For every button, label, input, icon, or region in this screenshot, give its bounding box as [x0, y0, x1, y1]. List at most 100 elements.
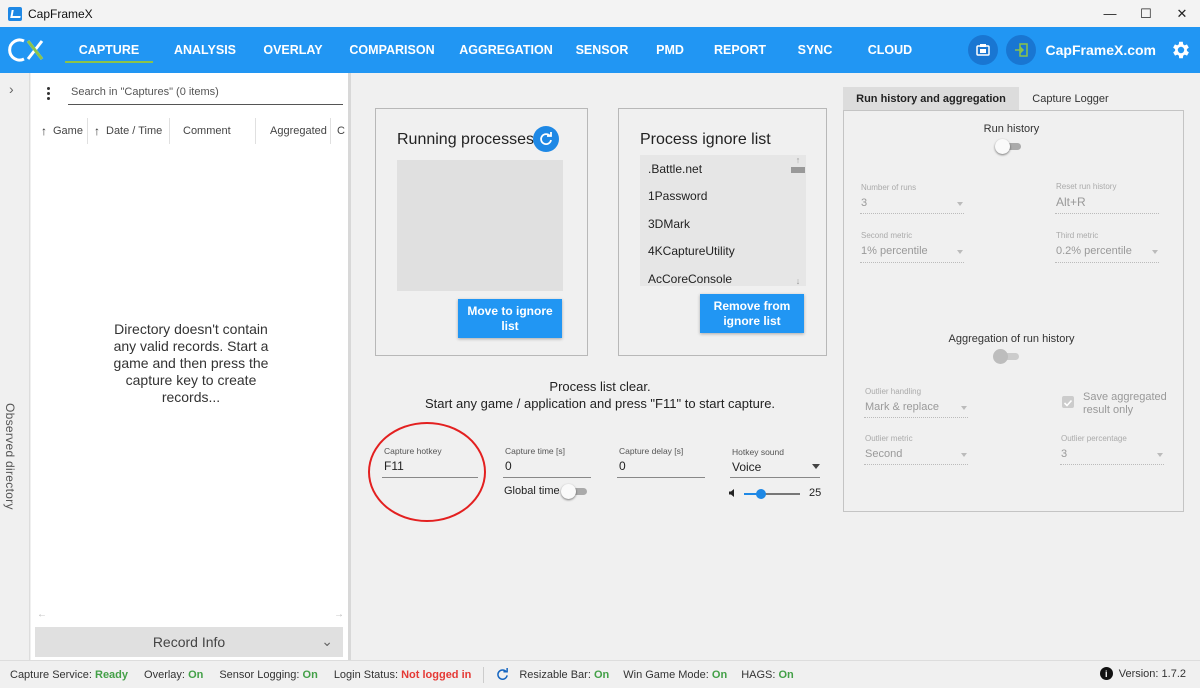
- outlier-percentage-label: Outlier percentage: [1061, 434, 1127, 443]
- column-more[interactable]: C: [331, 118, 348, 144]
- sync-icon[interactable]: [496, 668, 509, 681]
- win-game-mode-status: Win Game Mode: On: [623, 668, 728, 681]
- global-time-toggle[interactable]: [561, 484, 589, 499]
- window-title: CapFrameX: [28, 6, 93, 21]
- outlier-handling-label: Outlier handling: [865, 387, 922, 396]
- third-metric-select[interactable]: 0.2% percentile: [1056, 245, 1132, 257]
- second-metric-select[interactable]: 1% percentile: [861, 245, 928, 257]
- outlier-metric-select[interactable]: Second: [865, 448, 902, 460]
- tab-report[interactable]: REPORT: [714, 27, 766, 73]
- status-bar: Capture Service: Ready Overlay: On Senso…: [0, 660, 1200, 688]
- volume-slider-thumb[interactable]: [756, 489, 766, 499]
- chevron-down-icon[interactable]: [812, 464, 820, 469]
- chevron-down-icon: [957, 250, 963, 254]
- move-to-ignore-button[interactable]: Move to ignore list: [458, 299, 562, 338]
- run-history-toggle[interactable]: [995, 139, 1023, 154]
- close-button[interactable]: ✕: [1164, 0, 1200, 27]
- running-processes-list[interactable]: [397, 160, 563, 291]
- minimize-button[interactable]: —: [1092, 0, 1128, 27]
- global-time-label: Global time: [504, 485, 560, 497]
- chevron-down-icon: [961, 406, 967, 410]
- list-item[interactable]: 4KCaptureUtility: [640, 238, 806, 266]
- column-date-time[interactable]: ↑ Date / Time: [88, 118, 170, 144]
- main-nav: CAPTURE ANALYSIS OVERLAY COMPARISON AGGREGAT…: [0, 27, 1200, 73]
- reset-run-history-label: Reset run history: [1056, 182, 1117, 191]
- save-aggregated-checkbox[interactable]: [1062, 396, 1074, 408]
- screenshot-button[interactable]: [967, 35, 998, 65]
- tab-capture-logger[interactable]: Capture Logger: [1019, 87, 1122, 110]
- screenshot-icon: [975, 44, 990, 56]
- list-item[interactable]: .Battle.net: [640, 155, 806, 183]
- process-ignore-panel: Process ignore list .Battle.net 1Password…: [618, 108, 827, 356]
- app-icon: [8, 6, 22, 21]
- sort-up-icon: ↑: [94, 124, 100, 138]
- overlay-status: Overlay: On: [144, 668, 204, 681]
- volume-value: 25: [809, 487, 822, 499]
- second-metric-label: Second metric: [861, 231, 913, 240]
- settings-button[interactable]: [1168, 37, 1194, 63]
- chevron-down-icon: [961, 453, 967, 457]
- observed-directory-strip[interactable]: › Observed directory: [0, 73, 30, 660]
- search-input[interactable]: Search in "Captures" (0 items): [68, 83, 343, 105]
- captures-grid-header: ↑ Game ↑ Date / Time Comment Aggregated C: [31, 118, 348, 144]
- capture-delay-label: Capture delay [s]: [619, 446, 684, 456]
- number-of-runs-select[interactable]: 3: [861, 197, 867, 209]
- pane-splitter[interactable]: [348, 73, 351, 660]
- tab-sensor[interactable]: SENSOR: [576, 27, 629, 73]
- tab-sync[interactable]: SYNC: [798, 27, 833, 73]
- tab-run-history[interactable]: Run history and aggregation: [843, 87, 1019, 110]
- tab-pmd[interactable]: PMD: [656, 27, 684, 73]
- capframex-site-link[interactable]: CapFrameX.com: [1046, 42, 1156, 58]
- column-comment[interactable]: Comment: [170, 118, 256, 144]
- volume-icon: [729, 489, 734, 497]
- resizable-bar-status: Resizable Bar: On: [519, 668, 610, 681]
- version-info: i Version: 1.7.2: [1099, 667, 1186, 680]
- chevron-down-icon: [957, 202, 963, 206]
- process-status-message: Process list clear. Start any game / app…: [424, 379, 776, 411]
- title-bar: CapFrameX — ☐ ✕: [0, 0, 1200, 27]
- gear-icon: [1173, 41, 1189, 59]
- hotkey-sound-select[interactable]: Voice: [732, 460, 761, 474]
- reset-run-history-input[interactable]: Alt+R: [1056, 195, 1086, 209]
- nav-right: CapFrameX.com: [967, 27, 1200, 73]
- sort-up-icon: ↑: [41, 124, 47, 138]
- ignore-list-scrollbar[interactable]: ↑ ↓: [790, 155, 806, 286]
- run-history-label: Run history: [983, 123, 1040, 135]
- maximize-button[interactable]: ☐: [1128, 0, 1164, 27]
- info-icon[interactable]: i: [1099, 667, 1113, 680]
- outlier-handling-select[interactable]: Mark & replace: [865, 401, 939, 413]
- login-button[interactable]: [1005, 35, 1036, 65]
- remove-from-ignore-button[interactable]: Remove from ignore list: [700, 294, 804, 333]
- list-item[interactable]: AcCoreConsole: [640, 265, 806, 293]
- save-aggregated-label: Save aggregated result only: [1083, 391, 1167, 416]
- tab-cloud[interactable]: CLOUD: [868, 27, 912, 73]
- column-game[interactable]: ↑ Game: [31, 118, 88, 144]
- ignore-list[interactable]: .Battle.net 1Password 3DMark 4KCaptureUtili…: [640, 155, 806, 286]
- list-item[interactable]: 1Password: [640, 183, 806, 211]
- column-aggregated[interactable]: Aggregated: [256, 118, 331, 144]
- empty-directory-message: Directory doesn't contain any valid reco…: [113, 321, 269, 405]
- list-item[interactable]: 3DMark: [640, 210, 806, 238]
- aggregation-toggle[interactable]: [993, 349, 1021, 364]
- chevron-right-icon[interactable]: ›: [9, 81, 14, 97]
- record-info-expander[interactable]: Record Info ⌄: [35, 627, 343, 657]
- process-ignore-title: Process ignore list: [640, 131, 771, 148]
- capture-time-input[interactable]: 0: [505, 459, 512, 473]
- refresh-button[interactable]: [533, 126, 559, 152]
- outlier-metric-label: Outlier metric: [865, 434, 913, 443]
- tab-capture[interactable]: CAPTURE: [64, 27, 154, 73]
- login-status: Login Status: Not logged in: [333, 668, 472, 681]
- volume-slider[interactable]: [744, 489, 800, 499]
- outlier-percentage-select[interactable]: 3: [1061, 448, 1067, 460]
- capture-delay-input[interactable]: 0: [619, 459, 626, 473]
- tab-analysis[interactable]: ANALYSIS: [174, 27, 236, 73]
- observed-directory-label[interactable]: Observed directory: [3, 403, 17, 510]
- sensor-logging-status: Sensor Logging: On: [219, 668, 318, 681]
- kebab-menu-icon[interactable]: [47, 87, 51, 103]
- tab-overlay[interactable]: OVERLAY: [263, 27, 322, 73]
- tab-aggregation[interactable]: AGGREGATION: [459, 27, 553, 73]
- chevron-down-icon: [1152, 250, 1158, 254]
- horizontal-scrollbar[interactable]: ← →: [37, 609, 344, 621]
- tab-comparison[interactable]: COMPARISON: [349, 27, 434, 73]
- captures-pane: Search in "Captures" (0 items) ↑ Game ↑ Da…: [31, 73, 348, 660]
